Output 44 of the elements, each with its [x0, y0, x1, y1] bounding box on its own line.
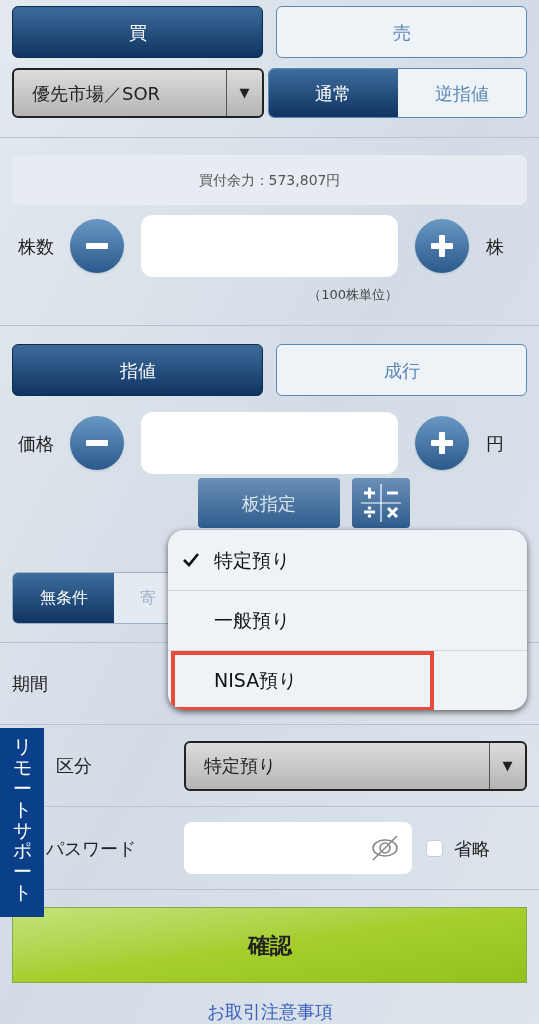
dropdown-select[interactable]: 特定預り ▼	[184, 740, 527, 791]
toggle-button[interactable]: 買	[12, 6, 263, 58]
toggle-button[interactable]: 売	[276, 6, 527, 58]
password-field[interactable]	[184, 822, 412, 874]
dropdown-select[interactable]: 優先市場／SOR ▼	[12, 68, 264, 118]
segment-tab[interactable]: 無条件	[13, 573, 114, 623]
field-label: パスワード	[46, 836, 137, 861]
field-label: 株数	[18, 234, 55, 259]
select-value: 特定預り	[203, 754, 277, 778]
select-value: 優先市場／SOR	[31, 81, 162, 106]
field-label: 区分	[56, 754, 93, 778]
confirm-button[interactable]: 確認	[12, 907, 527, 983]
calculator-icon	[358, 482, 404, 524]
field-label: 期間	[12, 672, 48, 696]
remote-support-label: リモートサポート	[12, 736, 32, 906]
toggle-button[interactable]: 成行	[276, 344, 527, 396]
calculator-button[interactable]	[352, 478, 410, 528]
unit-note: （100株単位）	[308, 286, 398, 304]
plus-icon	[430, 431, 454, 455]
checkbox[interactable]	[426, 839, 443, 857]
segment-tab[interactable]: 逆指値	[397, 69, 526, 117]
field-label: 価格	[18, 431, 55, 456]
plus-button[interactable]	[415, 219, 469, 273]
toggle-button[interactable]: 指値	[12, 344, 263, 396]
menu-item[interactable]: NISA預り	[168, 650, 527, 710]
eye-slash-icon[interactable]	[370, 834, 400, 862]
segment-tab[interactable]: 通常	[269, 69, 398, 117]
unit-label: 株	[486, 234, 504, 259]
checkbox-label: 省略	[454, 836, 490, 861]
buying-power-text: 買付余力：573,807円	[198, 170, 341, 190]
plus-button[interactable]	[415, 416, 469, 470]
unit-label: 円	[486, 431, 504, 456]
minus-icon	[86, 243, 108, 249]
menu-item[interactable]: 一般預り	[168, 590, 527, 650]
notice-link[interactable]: お取引注意事項	[206, 998, 333, 1024]
minus-icon	[86, 440, 108, 446]
remote-support-tab[interactable]: リモートサポート	[0, 728, 44, 917]
input-field[interactable]	[141, 215, 398, 277]
menu-item[interactable]: 特定預り	[168, 530, 527, 590]
plus-icon	[430, 234, 454, 258]
board-button[interactable]: 板指定	[198, 478, 340, 528]
minus-button[interactable]	[70, 219, 124, 273]
input-field[interactable]	[141, 412, 398, 474]
minus-button[interactable]	[70, 416, 124, 470]
